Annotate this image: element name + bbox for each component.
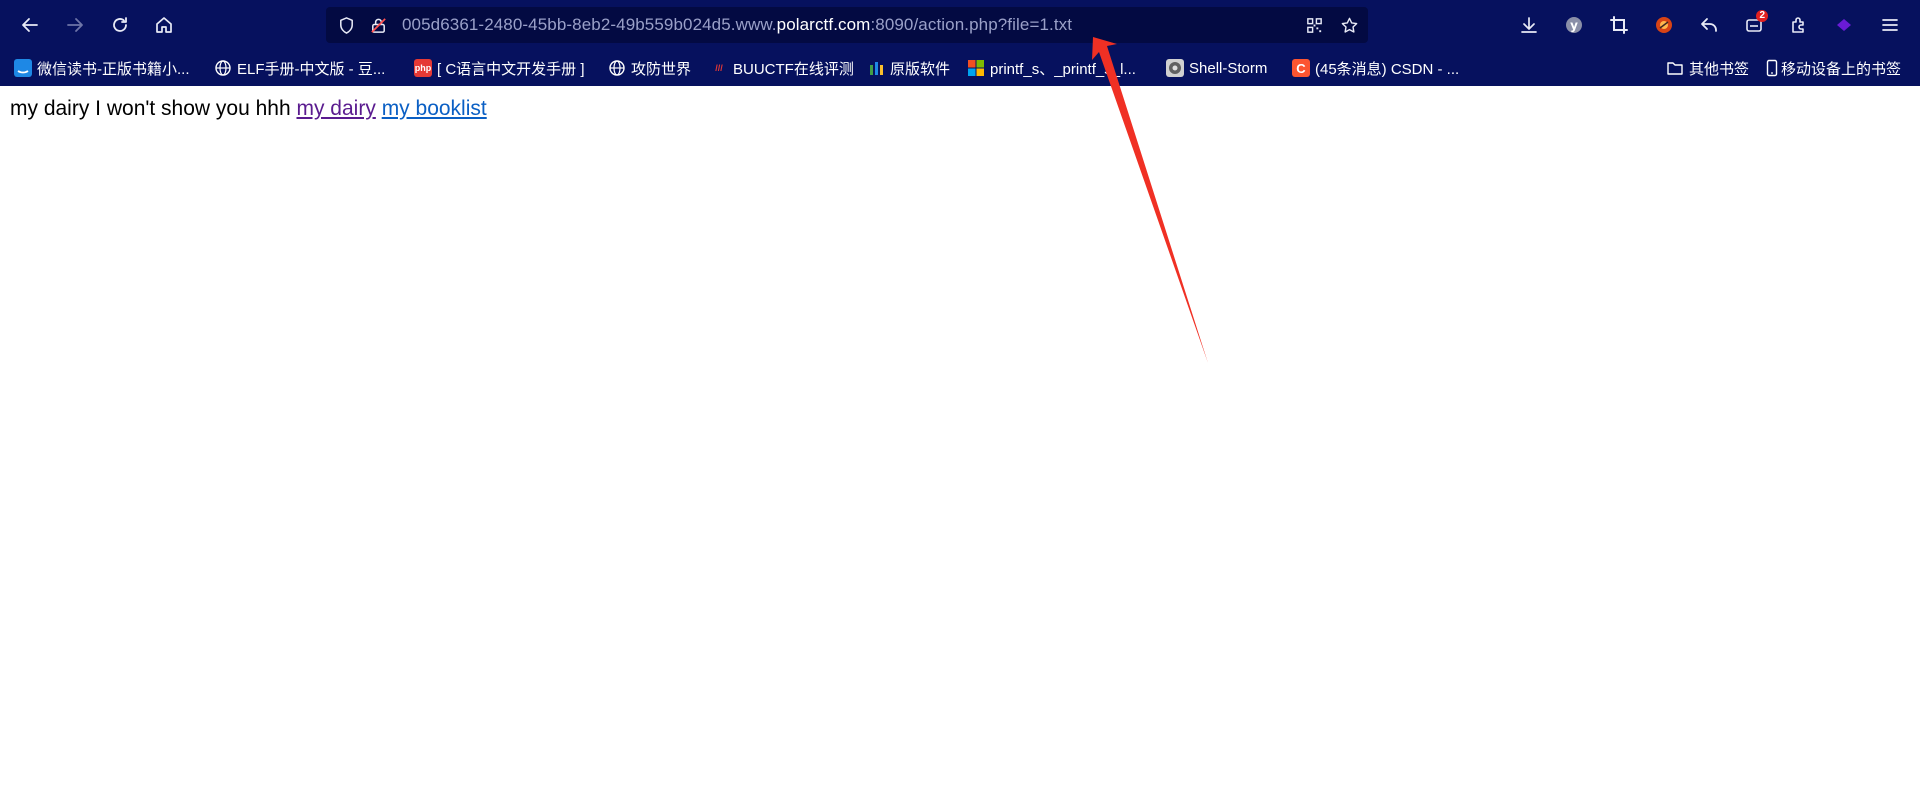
browser-chrome: 005d6361-2480-45bb-8eb2-49b559b024d5.www… xyxy=(0,0,1920,86)
shellstorm-icon xyxy=(1166,59,1184,77)
extension-badge-count: 2 xyxy=(1756,10,1768,22)
fox-extension-icon xyxy=(1656,17,1672,33)
bookmark-label: 微信读书-正版书籍小... xyxy=(37,60,190,78)
bookmark-star-icon[interactable] xyxy=(1337,13,1361,37)
weread-icon xyxy=(14,59,32,77)
menu-button[interactable] xyxy=(1874,9,1906,41)
extension-y-button[interactable]: y xyxy=(1558,9,1590,41)
mobile-bookmarks-label: 移动设备上的书签 xyxy=(1781,60,1902,78)
downloads-button[interactable] xyxy=(1513,9,1545,41)
mobile-device-icon xyxy=(1766,59,1778,77)
intro-text: my dairy I won't show you hhh xyxy=(10,97,291,120)
other-bookmarks-folder[interactable]: 其他书签 xyxy=(1666,58,1749,78)
insecure-lock-icon[interactable] xyxy=(366,13,390,37)
undo-close-tab-button[interactable] xyxy=(1693,9,1725,41)
tracking-protection-icon[interactable] xyxy=(334,13,358,37)
bookmark-label: BUUCTF在线评测 xyxy=(733,60,854,78)
download-icon xyxy=(1521,17,1537,33)
bookmark-label: Shell-Storm xyxy=(1189,59,1268,77)
bookmark-label: 攻防世界 xyxy=(631,60,692,78)
itellyou-icon xyxy=(867,59,885,77)
extension-diamond-button[interactable] xyxy=(1828,9,1860,41)
crop-screenshot-button[interactable] xyxy=(1603,9,1635,41)
diamond-extension-icon xyxy=(1837,19,1851,31)
bookmark-c-manual[interactable]: php [ C语言中文开发手册 ] xyxy=(414,58,585,78)
bookmarks-toolbar: 微信读书-正版书籍小... ELF手册-中文版 - 豆... php [ C语言… xyxy=(0,50,1920,86)
bookmark-label: 原版软件 xyxy=(890,60,951,78)
forward-arrow-icon xyxy=(67,18,83,32)
hamburger-menu-icon xyxy=(1882,19,1898,31)
bookmark-weread[interactable]: 微信读书-正版书籍小... xyxy=(14,58,190,78)
reload-button[interactable] xyxy=(104,9,136,41)
home-icon xyxy=(156,17,172,33)
page-body-text: my dairy I won't show you hhh my dairy m… xyxy=(10,97,487,121)
bookmark-label: [ C语言中文开发手册 ] xyxy=(437,60,585,78)
buuctf-icon: /// xyxy=(715,63,723,73)
globe-icon xyxy=(214,59,232,77)
globe-icon xyxy=(608,59,626,77)
url-prefix: 005d6361-2480-45bb-8eb2-49b559b024d5.www… xyxy=(402,15,777,34)
bookmark-buuctf[interactable]: /// BUUCTF在线评测 xyxy=(710,58,854,78)
my-dairy-link[interactable]: my dairy xyxy=(296,97,375,120)
mobile-bookmarks-folder[interactable]: 移动设备上的书签 xyxy=(1766,58,1901,78)
extension-fox-button[interactable] xyxy=(1648,9,1680,41)
other-bookmarks-label: 其他书签 xyxy=(1689,60,1750,78)
bookmark-label: ELF手册-中文版 - 豆... xyxy=(237,60,386,78)
back-arrow-icon xyxy=(22,18,38,32)
bookmark-label: printf_s、_printf_s_l... xyxy=(990,60,1136,78)
bookmark-label: (45条消息) CSDN - ... xyxy=(1315,60,1460,78)
my-booklist-link[interactable]: my booklist xyxy=(382,97,487,120)
navigation-toolbar: 005d6361-2480-45bb-8eb2-49b559b024d5.www… xyxy=(0,0,1920,50)
crop-icon xyxy=(1610,16,1628,34)
microsoft-icon xyxy=(967,59,985,77)
url-text[interactable]: 005d6361-2480-45bb-8eb2-49b559b024d5.www… xyxy=(402,15,1072,35)
page-content: my dairy I won't show you hhh my dairy m… xyxy=(0,86,1920,797)
forward-button[interactable] xyxy=(59,9,91,41)
bookmark-shell-storm[interactable]: Shell-Storm xyxy=(1166,58,1267,78)
qr-code-icon[interactable] xyxy=(1302,13,1326,37)
csdn-icon: C xyxy=(1292,59,1310,77)
puzzle-icon xyxy=(1792,17,1804,33)
extensions-button[interactable] xyxy=(1783,9,1815,41)
bookmark-adworld[interactable]: 攻防世界 xyxy=(608,58,691,78)
yandex-extension-icon: y xyxy=(1566,17,1582,33)
undo-icon xyxy=(1701,18,1717,32)
svg-text:y: y xyxy=(1570,19,1578,33)
back-button[interactable] xyxy=(14,9,46,41)
bookmark-printf-docs[interactable]: printf_s、_printf_s_l... xyxy=(967,58,1136,78)
home-button[interactable] xyxy=(148,9,180,41)
address-bar[interactable]: 005d6361-2480-45bb-8eb2-49b559b024d5.www… xyxy=(326,7,1368,43)
folder-icon xyxy=(1666,59,1684,77)
php-icon: php xyxy=(414,59,432,77)
reload-icon xyxy=(113,17,127,32)
bookmark-itellyou[interactable]: 原版软件 xyxy=(867,58,950,78)
bookmark-elf-manual[interactable]: ELF手册-中文版 - 豆... xyxy=(214,58,385,78)
bookmark-csdn[interactable]: C (45条消息) CSDN - ... xyxy=(1292,58,1459,78)
url-host: polarctf.com xyxy=(776,15,871,34)
extension-badge-button[interactable]: 2 xyxy=(1738,9,1770,41)
url-suffix: :8090/action.php?file=1.txt xyxy=(870,15,1073,34)
